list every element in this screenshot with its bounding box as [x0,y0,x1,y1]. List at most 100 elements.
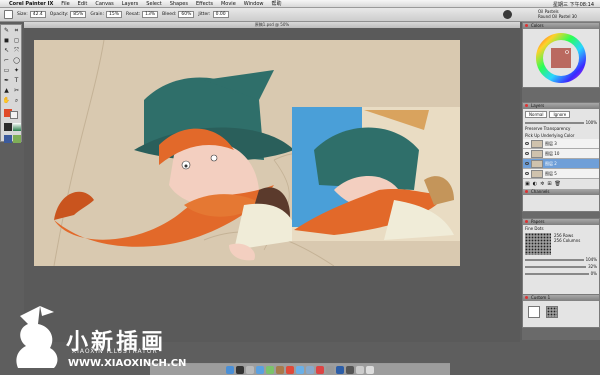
composite-method-select[interactable]: Ignore [549,111,571,118]
dock [150,363,450,375]
brush-reset-icon[interactable] [4,10,13,19]
papers-palette-header[interactable]: Papers [523,219,599,225]
layers-palette-header[interactable]: Layers [523,103,599,109]
wizard-silhouette-icon [16,306,58,368]
opacity-field[interactable]: Opacity: 85% [50,11,87,18]
lasso-tool-icon[interactable]: ◯ [12,56,21,65]
paper-cols: 256 Columns [554,238,581,243]
gradient-swatch[interactable] [13,123,21,131]
brush-variant[interactable]: Round Oil Pastel 30 [538,14,577,19]
eye-icon[interactable] [525,142,529,145]
size-field[interactable]: Size: 42.4 [17,11,46,18]
rect-select-icon[interactable]: ▭ [2,66,11,75]
custom-brush-icon[interactable] [528,306,540,318]
paper-brightness-slider[interactable] [525,272,589,275]
finder-icon[interactable] [226,365,234,374]
menu-shapes[interactable]: Shapes [170,1,188,7]
colors-palette-header[interactable]: Colors [523,23,599,29]
group-icon[interactable]: ⊞ [547,181,551,187]
photoshop-icon[interactable] [336,365,344,374]
magic-wand-icon[interactable]: ✦ [12,66,21,75]
paper-name[interactable]: Fine Dots [523,225,599,232]
blend-mode-select[interactable]: Normal [525,111,548,118]
ical-icon[interactable] [286,365,294,374]
canvas[interactable] [34,40,460,266]
app-menu[interactable]: Corel Painter IX [9,1,53,7]
custom-paper-icon[interactable] [546,306,558,318]
menu-window[interactable]: Window [244,1,264,7]
menu-layers[interactable]: Layers [122,1,139,7]
layer-row[interactable]: 图层 10 [523,149,599,159]
jitter-field[interactable]: Jitter: 0.00 [198,11,229,18]
brush-icon[interactable] [503,10,512,19]
menu-file[interactable]: File [61,1,69,7]
eye-icon[interactable] [525,152,529,155]
paper-swatch-preview[interactable] [525,233,551,255]
brush-tool-icon[interactable]: ✎ [2,26,11,35]
mail-icon[interactable] [246,365,254,374]
brush-selector[interactable]: Oil Pastels Round Oil Pastel 30 [500,8,600,22]
color-wheel[interactable] [523,29,599,87]
menu-movie[interactable]: Movie [221,1,236,7]
address-book-icon[interactable] [276,365,284,374]
layer-row[interactable]: 图层 3 [523,139,599,149]
channels-palette-header[interactable]: Channels [523,189,599,195]
menu-effects[interactable]: Effects [196,1,213,7]
ichat-icon[interactable] [266,365,274,374]
paper-swatch[interactable] [4,123,12,131]
preferences-icon[interactable] [326,365,334,374]
painter-icon[interactable] [316,365,324,374]
layer-opacity-slider[interactable] [525,121,584,124]
dashboard-icon[interactable] [236,365,244,374]
magnifier-tool-icon[interactable]: ⌕ [12,96,21,105]
transform-tool-icon[interactable]: ⤧ [12,46,21,55]
scissors-tool-icon[interactable]: ✂ [12,86,21,95]
watermark-logo: 小新插画 XIAOXIN ILLUSTRATOR WWW.XIAOXINCH.C… [10,306,186,372]
menu-select[interactable]: Select [146,1,161,7]
paper-scale-slider[interactable] [525,258,584,261]
preserve-transparency-checkbox[interactable]: Preserve Transparency [523,125,599,132]
menu-edit[interactable]: Edit [78,1,88,7]
menu-help[interactable]: 帮助 [272,0,282,7]
crop-tool-icon[interactable]: ⌐ [2,56,11,65]
menu-canvas[interactable]: Canvas [95,1,113,7]
grabber-tool-icon[interactable]: ✋ [2,96,11,105]
delete-layer-icon[interactable]: 🗑 [555,181,561,187]
app-icon[interactable] [356,365,364,374]
eye-icon[interactable] [525,172,529,175]
iphoto-icon[interactable] [306,365,314,374]
bleed-field[interactable]: Bleed: 60% [162,11,195,18]
dynamic-plugin-icon[interactable]: ✲ [540,181,544,187]
app-icon[interactable] [346,365,354,374]
resat-field[interactable]: Resat: 13% [126,11,159,18]
paint-bucket-icon[interactable]: ◼ [2,36,11,45]
shape-tool-icon[interactable]: ▲ [2,86,11,95]
layer-adjuster-icon[interactable]: ↖ [2,46,11,55]
eye-icon[interactable] [525,162,529,165]
custom-palette-header[interactable]: Custom 1 [523,295,599,301]
text-tool-icon[interactable]: T [12,76,21,85]
itunes-icon[interactable] [296,365,304,374]
layer-row[interactable]: 图层 5 [523,169,599,179]
layers-buttons: ▣ ◐ ✲ ⊞ 🗑 [523,179,599,189]
papers-palette: Papers Fine Dots 256 Rows 256 Columns 10… [522,218,600,298]
paper-contrast-slider[interactable] [525,265,587,268]
safari-icon[interactable] [256,365,264,374]
weaving-swatch[interactable] [13,135,21,143]
layer-name: 图层 2 [545,160,557,166]
additional-color-swatch[interactable] [10,111,18,119]
pick-up-underlying-checkbox[interactable]: Pick Up Underlying Color [523,132,599,139]
layer-row-selected[interactable]: 图层 2 [523,159,599,169]
trash-icon[interactable] [366,365,374,374]
paper-brightness-value: 0% [590,271,597,276]
eraser-tool-icon[interactable]: ◻ [12,36,21,45]
layer-name: 图层 3 [545,140,557,146]
pen-tool-icon[interactable]: ✒ [2,76,11,85]
dropper-tool-icon[interactable]: ⌗ [12,26,21,35]
grain-field[interactable]: Grain: 15% [90,11,123,18]
mask-icon[interactable]: ◐ [533,181,537,187]
layer-thumbnail [531,139,543,148]
pattern-swatch[interactable] [4,135,12,143]
paper-contrast-value: 32% [588,264,597,269]
new-layer-icon[interactable]: ▣ [525,181,530,187]
